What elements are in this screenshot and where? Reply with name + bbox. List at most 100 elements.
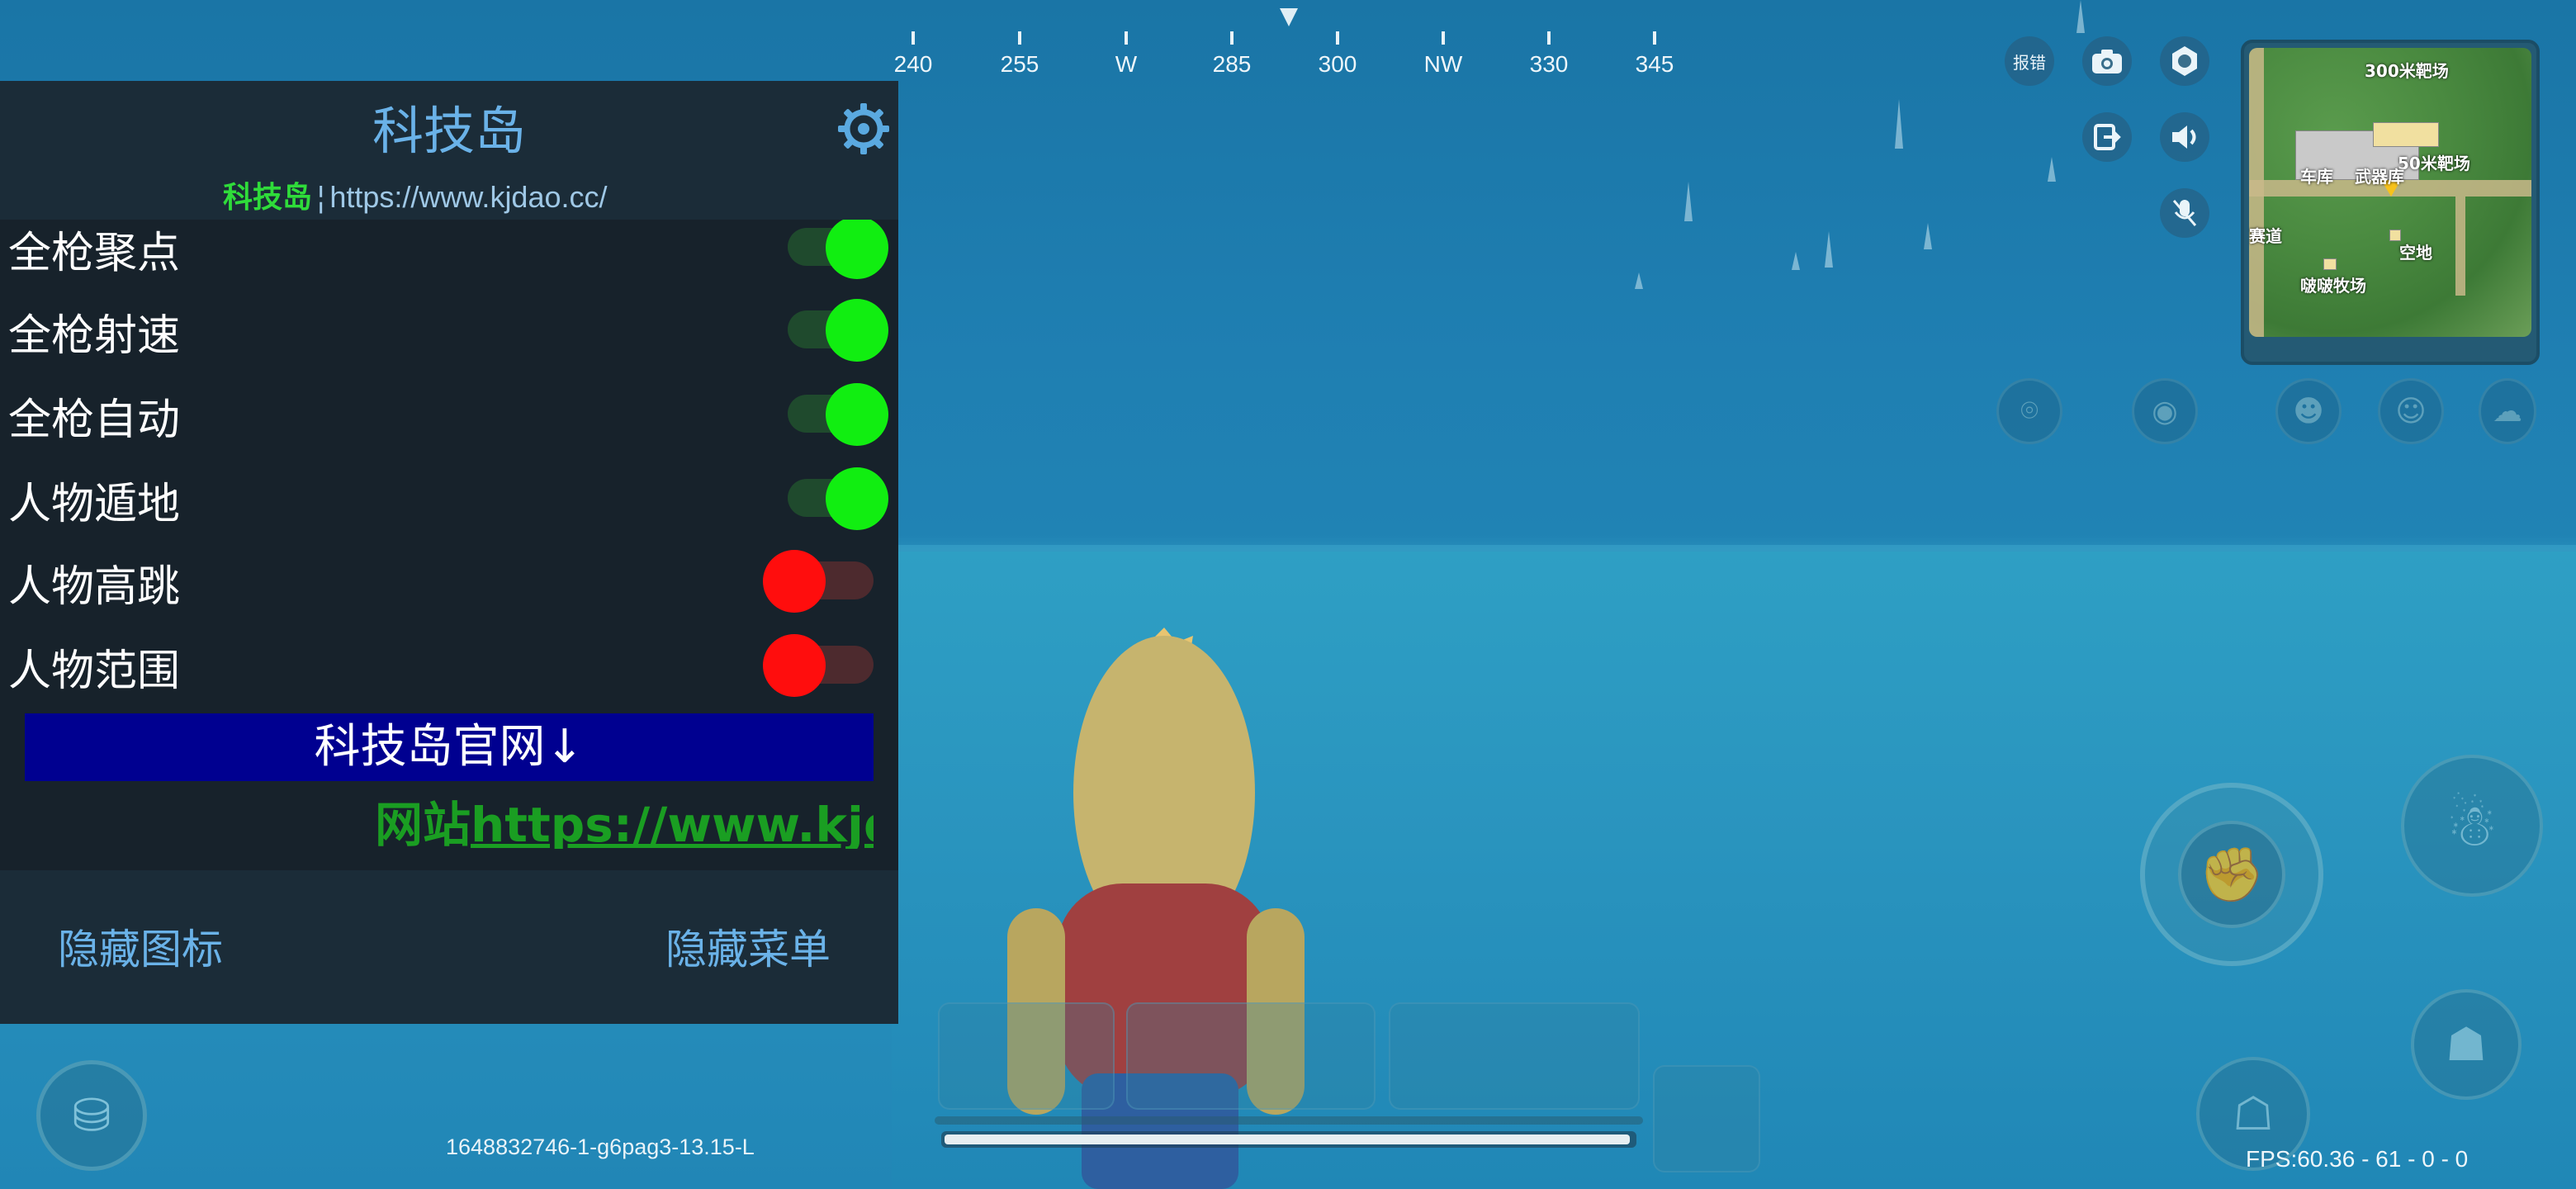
minimap-road (2455, 197, 2465, 296)
minimap-label: 300米靶场 (2365, 61, 2449, 81)
minimap-building (2373, 122, 2439, 147)
jump-figure-icon: ☃ (2446, 792, 2498, 860)
compass-tick (912, 31, 915, 45)
minimap-label: 武器库 (2355, 167, 2404, 187)
minimap[interactable]: 300米靶场 50米靶场 车库 武器库 赛道 空地 啵啵牧场 (2241, 40, 2540, 365)
camera-button[interactable] (2082, 36, 2132, 86)
toggle-row[interactable]: 人物范围 (0, 619, 898, 702)
hide-icon-button[interactable]: 隐藏图标 (58, 917, 223, 976)
switch-knob (826, 220, 888, 279)
toggle-label: 全枪聚点 (8, 229, 181, 278)
exit-icon (2094, 124, 2121, 150)
toggle-list[interactable]: 全枪聚点 全枪射速 全枪自动 人物遁地 人物高跳 人物范围 (0, 220, 898, 756)
view-button[interactable]: ◉ (2132, 378, 2198, 444)
marquee-url-link[interactable]: https://www.kjda (471, 797, 874, 849)
distant-marker (1635, 272, 1643, 289)
menu-settings-button[interactable] (832, 97, 895, 160)
menu-subtitle-brand: 科技岛 (223, 181, 313, 215)
toggle-row[interactable]: 人物高跳 (0, 535, 898, 618)
toggle-switch[interactable] (763, 299, 892, 362)
menu-subtitle-url[interactable]: https://www.kjdao.cc/ (329, 180, 607, 214)
minimap-label: 赛道 (2249, 226, 2282, 246)
toggle-row[interactable]: 全枪射速 (0, 284, 898, 367)
compass-bar: 240 255 W 285 300 NW 330 345 (892, 25, 1701, 83)
horizon-line (892, 545, 2576, 552)
distant-marker (2048, 157, 2056, 182)
distant-marker (1684, 182, 1693, 221)
health-bar (941, 1131, 1636, 1148)
chat-bubble-icon: ☁ (2493, 394, 2522, 429)
compass-label: 300 (1318, 51, 1357, 77)
map-pin-icon: ⌾ (2020, 394, 2039, 428)
backpack-icon: ⛁ (72, 1088, 111, 1143)
switch-knob (826, 467, 888, 530)
compass-tick (1018, 31, 1021, 45)
minimap-terrain: 300米靶场 50米靶场 车库 武器库 赛道 空地 啵啵牧场 (2249, 48, 2531, 337)
compass-pointer-icon (1280, 8, 1298, 26)
compass-label: 285 (1212, 51, 1252, 77)
compass-label: NW (1423, 51, 1463, 77)
toggle-label: 全枪射速 (8, 311, 181, 361)
menu-header: 科技岛 科技岛 ¦ https://www.kjdao.cc/ (0, 81, 898, 220)
compass-label: 330 (1529, 51, 1569, 77)
aim-joystick[interactable]: ✊ (2140, 783, 2323, 966)
menu-title: 科技岛 (372, 101, 526, 161)
eye-icon: ◉ (2152, 394, 2178, 429)
switch-knob (826, 383, 888, 446)
mic-muted-icon (2172, 200, 2197, 226)
official-site-banner[interactable]: 科技岛官网↓ (25, 713, 874, 781)
menu-subtitle-separator: ¦ (317, 180, 325, 214)
toggle-label: 人物遁地 (8, 480, 181, 529)
camera-icon (2092, 50, 2122, 73)
mic-button[interactable] (2160, 188, 2209, 238)
toggle-row[interactable]: 全枪聚点 (0, 220, 898, 284)
exit-button[interactable] (2082, 112, 2132, 162)
toggle-switch[interactable] (763, 550, 892, 613)
minimap-building (2323, 258, 2337, 270)
settings-button[interactable] (2160, 36, 2209, 86)
toggle-switch[interactable] (763, 467, 892, 530)
compass-tick (1442, 31, 1445, 45)
armor-bar (935, 1116, 1643, 1125)
backpack-button[interactable]: ⛁ (36, 1060, 147, 1171)
toggle-row[interactable]: 全枪自动 (0, 368, 898, 451)
weapon-slot[interactable] (1389, 1002, 1640, 1110)
toggle-switch[interactable] (763, 220, 892, 279)
toggle-label: 全枪自动 (8, 396, 181, 445)
report-button[interactable]: 报错 (2005, 36, 2054, 86)
switch-knob (826, 299, 888, 362)
jump-button[interactable]: ☃ (2401, 755, 2543, 897)
toggle-switch[interactable] (763, 383, 892, 446)
minimap-label: 50米靶场 (2398, 154, 2470, 173)
minimap-label: 空地 (2399, 243, 2432, 263)
website-marquee[interactable]: 网站https://www.kjda (25, 783, 874, 849)
toggle-label: 人物范围 (8, 647, 181, 696)
menu-footer: 隐藏图标 隐藏菜单 (0, 870, 898, 1024)
health-bar-fill (945, 1135, 1630, 1144)
toggle-switch[interactable] (763, 634, 892, 697)
hide-menu-button[interactable]: 隐藏菜单 (665, 917, 831, 976)
map-pin-button[interactable]: ⌾ (1996, 378, 2062, 444)
prone-figure-icon: ☖ (2232, 1087, 2275, 1141)
session-id-text: 1648832746-1-g6pag3-13.15-L (446, 1135, 755, 1159)
compass-label: 240 (893, 51, 933, 77)
distant-marker (1895, 99, 1903, 149)
fps-counter: FPS:60.36 - 61 - 0 - 0 (2246, 1146, 2469, 1172)
speaker-button[interactable] (2160, 112, 2209, 162)
distant-marker (1792, 252, 1800, 270)
fist-icon: ✊ (2178, 821, 2285, 928)
weapon-slot[interactable] (1126, 1002, 1376, 1110)
toggle-row[interactable]: 人物遁地 (0, 452, 898, 535)
minimap-label: 车库 (2300, 167, 2333, 187)
compass-label: 345 (1635, 51, 1674, 77)
running-figure-icon: ☻ (2293, 394, 2324, 429)
weapon-slot[interactable] (938, 1002, 1115, 1110)
gear-icon (838, 103, 889, 154)
face-button[interactable]: ☺ (2378, 378, 2444, 444)
compass-tick (1547, 31, 1551, 45)
crouch-button[interactable]: ☗ (2411, 989, 2522, 1100)
item-slot[interactable] (1653, 1065, 1760, 1172)
emote-button[interactable]: ☻ (2275, 378, 2342, 444)
chat-button[interactable]: ☁ (2479, 378, 2536, 444)
crouch-figure-icon: ☗ (2445, 1017, 2488, 1072)
